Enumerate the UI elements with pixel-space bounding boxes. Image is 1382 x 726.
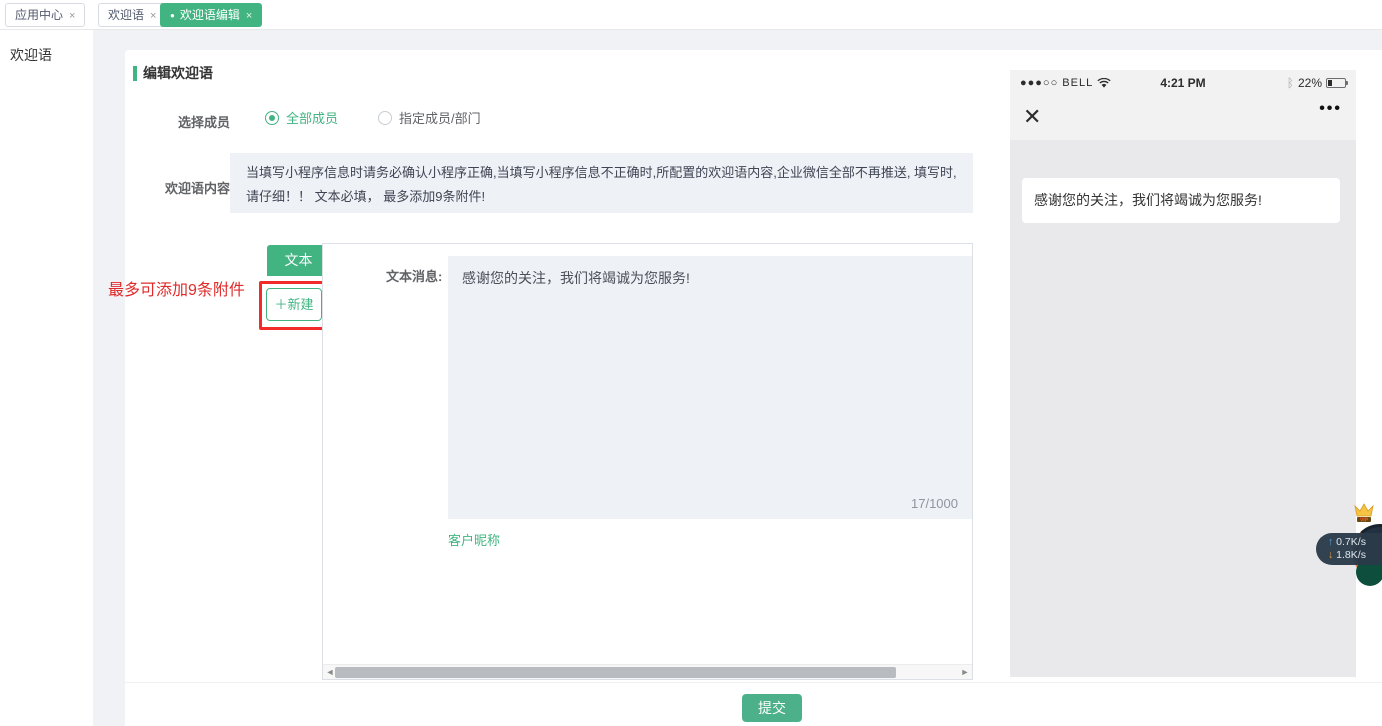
phone-nav-bar: ✕ •••: [1010, 96, 1356, 140]
title-accent-bar: [133, 66, 137, 81]
upload-speed: 0.7K/s: [1336, 536, 1366, 548]
sidebar: 欢迎语: [0, 30, 93, 726]
more-options-icon[interactable]: •••: [1319, 100, 1342, 118]
tab-label: 欢迎语: [108, 8, 144, 22]
active-dot-icon: ●: [170, 11, 175, 20]
footer-bar: 提交: [125, 682, 1382, 726]
tab-close-icon[interactable]: ×: [246, 10, 252, 22]
tab-welcome[interactable]: 欢迎语 ×: [98, 3, 166, 27]
text-type-tab[interactable]: 文本: [267, 245, 330, 276]
horizontal-scrollbar[interactable]: ◄ ►: [323, 664, 972, 679]
speed-overlay-widget[interactable]: ↑ 0.7K/s ↓ 1.8K/s VIP: [1310, 500, 1382, 595]
tab-label: 欢迎语编辑: [180, 8, 240, 22]
upload-arrow-icon: ↑: [1328, 536, 1333, 548]
tab-close-icon[interactable]: ×: [69, 10, 75, 22]
attachment-panel: 文本消息: 感谢您的关注，我们将竭诚为您服务! 17/1000 客户昵称 ◄ ►: [322, 243, 973, 680]
download-arrow-icon: ↓: [1328, 549, 1333, 561]
sidebar-item-welcome[interactable]: 欢迎语: [0, 30, 93, 65]
notice-text: 当填写小程序信息时请务必确认小程序正确,当填写小程序信息不正确时,所配置的欢迎语…: [230, 153, 973, 213]
member-radio-group: 全部成员 指定成员/部门: [265, 108, 521, 127]
radio-selected-icon: [265, 111, 279, 125]
vip-crown-icon: VIP: [1352, 502, 1376, 528]
phone-preview: ●●●○○ BELL 4:21 PM ᛒ 22% ✕ •••: [1010, 70, 1356, 677]
scroll-right-icon[interactable]: ►: [958, 665, 972, 679]
radio-specific-members[interactable]: 指定成员/部门: [378, 108, 481, 127]
scrollbar-thumb[interactable]: [335, 667, 896, 678]
speed-pill: ↑ 0.7K/s ↓ 1.8K/s: [1316, 533, 1382, 565]
annotation-text: 最多可添加9条附件: [108, 276, 258, 300]
submit-button[interactable]: 提交: [742, 694, 802, 722]
battery-icon: [1326, 78, 1346, 88]
message-label: 文本消息:: [386, 266, 442, 285]
tab-welcome-edit[interactable]: ● 欢迎语编辑 ×: [160, 3, 262, 27]
tab-close-icon[interactable]: ×: [150, 10, 156, 22]
clock-text: 4:21 PM: [1129, 76, 1238, 90]
welcome-content-label: 欢迎语内容: [165, 178, 230, 197]
tab-app-center[interactable]: 应用中心 ×: [5, 3, 85, 27]
page-title: 编辑欢迎语: [133, 63, 213, 83]
wifi-icon: [1097, 78, 1111, 89]
char-counter: 17/1000: [911, 496, 958, 511]
app-window: 应用中心 × 欢迎语 × ● 欢迎语编辑 × 欢迎语 编辑欢迎语 选择成员 全部成员 指…: [0, 0, 1382, 726]
svg-text:VIP: VIP: [1360, 518, 1369, 524]
customer-nickname-link[interactable]: 客户昵称: [448, 530, 500, 549]
phone-status-bar: ●●●○○ BELL 4:21 PM ᛒ 22%: [1010, 70, 1356, 96]
tab-label: 应用中心: [15, 8, 63, 22]
radio-unselected-icon: [378, 111, 392, 125]
member-select-label: 选择成员: [178, 112, 230, 131]
battery-percent: 22%: [1298, 76, 1322, 90]
radio-all-members[interactable]: 全部成员: [265, 108, 338, 127]
tab-bar: 应用中心 × 欢迎语 × ● 欢迎语编辑 ×: [0, 0, 1382, 30]
message-text: 感谢您的关注，我们将竭诚为您服务!: [462, 268, 958, 288]
carrier-signal-text: ●●●○○ BELL: [1020, 77, 1093, 89]
close-icon[interactable]: ✕: [1023, 102, 1041, 132]
message-textarea[interactable]: 感谢您的关注，我们将竭诚为您服务! 17/1000: [448, 256, 972, 519]
bluetooth-icon: ᛒ: [1287, 76, 1294, 90]
edit-welcome-card: 编辑欢迎语 选择成员 全部成员 指定成员/部门 欢迎语内容 当填写小程序信息时请…: [125, 50, 1382, 682]
welcome-message-bubble: 感谢您的关注，我们将竭诚为您服务!: [1022, 178, 1340, 223]
download-speed: 1.8K/s: [1336, 549, 1366, 561]
new-attachment-button[interactable]: ＋新建: [266, 288, 322, 321]
chat-preview-area: 感谢您的关注，我们将竭诚为您服务!: [1010, 140, 1356, 677]
